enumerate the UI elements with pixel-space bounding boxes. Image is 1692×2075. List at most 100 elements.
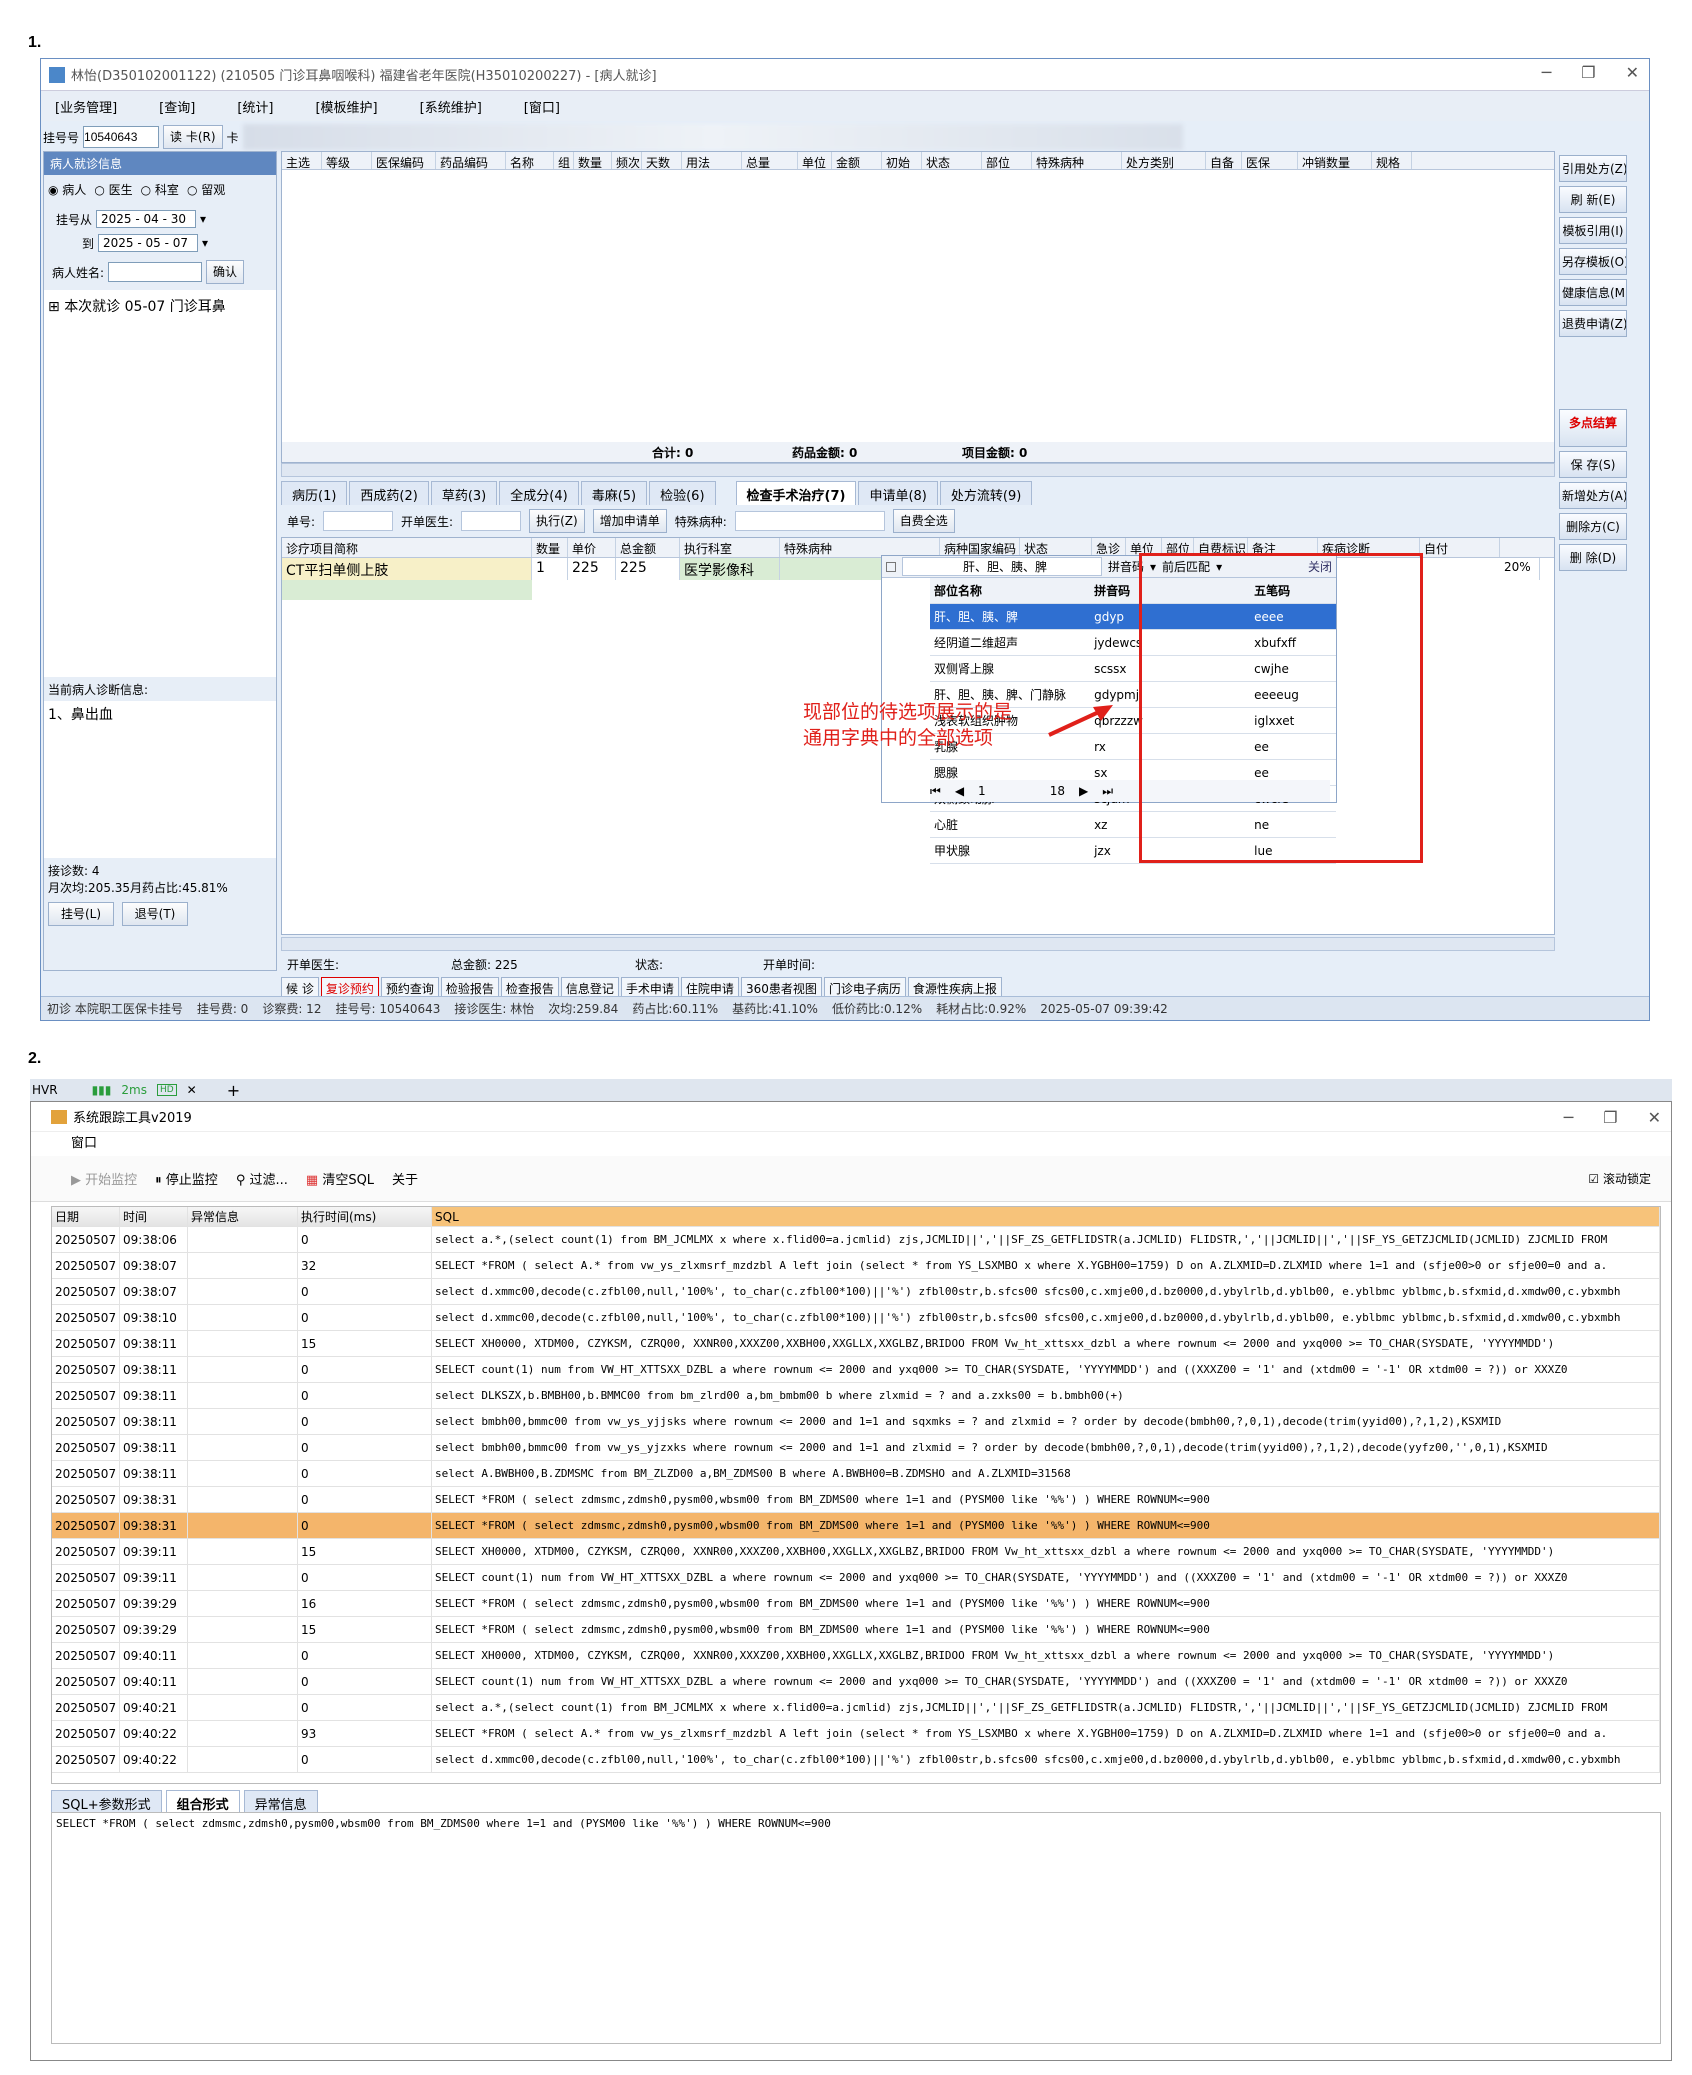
next-page-icon[interactable]: ▶ [1079,784,1088,798]
dropdown-option[interactable]: 经阴道二维超声 jydewcs xbufxff [930,630,1336,656]
special-disease-input[interactable] [734,511,885,531]
tab-exceptions[interactable]: 异常信息 [243,1790,318,1813]
from-date-picker[interactable]: 2025 - 04 - 30 [96,210,197,228]
prescription-col-header[interactable]: 频次 [612,152,642,169]
close-tab-icon[interactable]: ✕ [187,1083,197,1097]
exam-col-header[interactable]: 总金额 [616,538,680,557]
register-button[interactable]: 挂号(L) [48,902,114,926]
unregister-button[interactable]: 退号(T) [122,902,188,926]
close-icon[interactable]: ✕ [1626,63,1639,82]
prescription-col-header[interactable]: 处方类别 [1122,152,1206,169]
order-doctor-input[interactable] [461,511,522,531]
menu-template[interactable]: [模板维护] [311,95,381,118]
radio-dept[interactable]: ○ 科室 [141,181,179,198]
menu-window[interactable]: [窗口] [520,95,564,118]
self-pay-all-button[interactable]: 自费全选 [892,509,955,533]
tab-exam-surgery[interactable]: 检查手术治疗(7) [735,481,857,505]
chevron-down-icon[interactable]: ▾ [1150,560,1156,574]
refresh-button[interactable]: 刷 新(E) [1559,186,1627,213]
add-request-button[interactable]: 增加申请单 [592,509,667,533]
prescription-col-header[interactable]: 单位 [798,152,832,169]
sql-log-row[interactable]: 20250507 09:38:11 0 select DLKSZX,b.BMBH00,… [52,1383,1660,1409]
sql-log-row[interactable]: 20250507 09:38:11 15 SELECT XH0000, XTDM00,… [52,1331,1660,1357]
sql-log-row[interactable]: 20250507 09:39:29 16 SELECT *FROM ( select … [52,1591,1660,1617]
tab-western-med[interactable]: 西成药(2) [349,481,429,505]
new-prescription-button[interactable]: 新增处方(A) [1559,482,1627,509]
sql-log-row[interactable]: 20250507 09:38:11 0 select A.BWBH00,B.ZDMSM… [52,1461,1660,1487]
sql-log-row[interactable]: 20250507 09:40:22 93 SELECT *FROM ( select … [52,1721,1660,1747]
minimize-icon[interactable]: ─ [1564,1108,1574,1127]
prescription-col-header[interactable]: 初始 [882,152,922,169]
dropdown-option[interactable]: 双侧肾上腺 scssx cwjhe [930,656,1336,682]
tab-medical-record[interactable]: 病历(1) [281,481,348,505]
patient-name-input[interactable] [108,262,203,282]
prescription-col-header[interactable]: 冲销数量 [1298,152,1372,169]
tab-request[interactable]: 申请单(8) [858,481,938,505]
sql-log-row[interactable]: 20250507 09:39:29 15 SELECT *FROM ( select … [52,1617,1660,1643]
dropdown-search-input[interactable]: 肝、胆、胰、脾 [902,557,1102,576]
sql-log-row[interactable]: 20250507 09:38:10 0 select d.xmmc00,decode(… [52,1305,1660,1331]
radio-doctor[interactable]: ○ 医生 [94,181,132,198]
filter-button[interactable]: ⚲ 过滤... [236,1169,288,1188]
trace-menu-window[interactable]: 窗口 [31,1132,1671,1156]
save-template-button[interactable]: 另存模板(O) [1559,248,1627,275]
tab-rx-flow[interactable]: 处方流转(9) [939,481,1033,505]
about-button[interactable]: 关于 [392,1169,418,1188]
sql-log-row[interactable]: 20250507 09:40:11 0 SELECT XH0000, XTDM00, … [52,1643,1660,1669]
delete-prescription-button[interactable]: 删除方(C) [1559,513,1627,540]
sql-detail-text[interactable]: SELECT *FROM ( select zdmsmc,zdmsh0,pysm… [51,1812,1661,2044]
prescription-col-header[interactable]: 特殊病种 [1032,152,1122,169]
sql-log-row[interactable]: 20250507 09:38:11 0 select bmbh00,bmmc00 fr… [52,1409,1660,1435]
lower-scrollbar[interactable] [281,937,1555,951]
sql-log-row[interactable]: 20250507 09:38:11 0 select bmbh00,bmmc00 fr… [52,1435,1660,1461]
sql-log-row[interactable]: 20250507 09:38:11 0 SELECT count(1) num fro… [52,1357,1660,1383]
exam-col-header[interactable]: 执行科室 [680,538,780,557]
sql-log-row[interactable]: 20250507 09:38:31 0 SELECT *FROM ( select z… [52,1487,1660,1513]
prescription-col-header[interactable]: 状态 [922,152,982,169]
to-date-picker[interactable]: 2025 - 05 - 07 [98,234,199,252]
close-icon[interactable]: ✕ [1648,1108,1661,1127]
prescription-col-header[interactable]: 用法 [682,152,742,169]
dropdown-checkbox[interactable] [886,561,896,572]
sql-log-row[interactable]: 20250507 09:40:21 0 select a.*,(select coun… [52,1695,1660,1721]
sql-log-row[interactable]: 20250507 09:38:31 0 SELECT *FROM ( select z… [52,1513,1660,1539]
prev-page-icon[interactable]: ◀ [955,784,964,798]
execute-button[interactable]: 执行(Z) [529,509,585,533]
tab-lab[interactable]: 检验(6) [649,481,716,505]
prescription-col-header[interactable]: 金额 [832,152,882,169]
prescription-col-header[interactable]: 自备 [1206,152,1242,169]
restore-icon[interactable]: ❐ [1581,63,1595,82]
order-no-input[interactable] [323,511,394,531]
prescription-col-header[interactable]: 医保编码 [372,152,436,169]
confirm-button[interactable]: 确认 [206,260,245,284]
prescription-col-header[interactable]: 天数 [642,152,682,169]
tab-sql-params[interactable]: SQL+参数形式 [51,1790,162,1813]
prescription-col-header[interactable]: 药品编码 [436,152,506,169]
dropdown-option[interactable]: 肝、胆、胰、脾 gdyp eeee [930,604,1336,630]
exam-col-header[interactable]: 单价 [568,538,616,557]
health-info-button[interactable]: 健康信息(M) [1559,279,1627,306]
start-monitor-button[interactable]: ▶ 开始监控 [71,1169,137,1188]
sql-log-row[interactable]: 20250507 09:39:11 15 SELECT XH0000, XTDM00,… [52,1539,1660,1565]
restore-icon[interactable]: ❐ [1603,1108,1617,1127]
clear-sql-button[interactable]: ▦ 清空SQL [306,1169,374,1188]
match-mode-select[interactable]: 拼音码 [1108,558,1144,575]
new-tab-icon[interactable]: + [227,1081,240,1100]
multi-settle-button[interactable]: 多点结算 [1559,409,1627,447]
template-cite-button[interactable]: 模板引用(I) [1559,217,1627,244]
reg-no-input[interactable] [83,126,160,148]
horizontal-scrollbar[interactable] [281,463,1555,477]
prescription-col-header[interactable]: 总量 [742,152,798,169]
minimize-icon[interactable]: ─ [1542,63,1552,82]
match-type-select[interactable]: 前后匹配 [1162,558,1210,575]
prescription-col-header[interactable]: 规格 [1372,152,1412,169]
save-button[interactable]: 保 存(S) [1559,451,1627,478]
prescription-col-header[interactable]: 组 [554,152,574,169]
prescription-col-header[interactable]: 主选 [282,152,322,169]
exam-col-header[interactable]: 数量 [532,538,568,557]
dropdown-option[interactable]: 甲状腺 jzx lue [930,838,1336,864]
chevron-down-icon[interactable]: ▾ [202,236,208,250]
menu-query[interactable]: [查询] [155,95,199,118]
scroll-lock-checkbox[interactable]: ☑ 滚动锁定 [1588,1170,1651,1187]
sql-log-row[interactable]: 20250507 09:38:07 0 select d.xmmc00,decode(… [52,1279,1660,1305]
